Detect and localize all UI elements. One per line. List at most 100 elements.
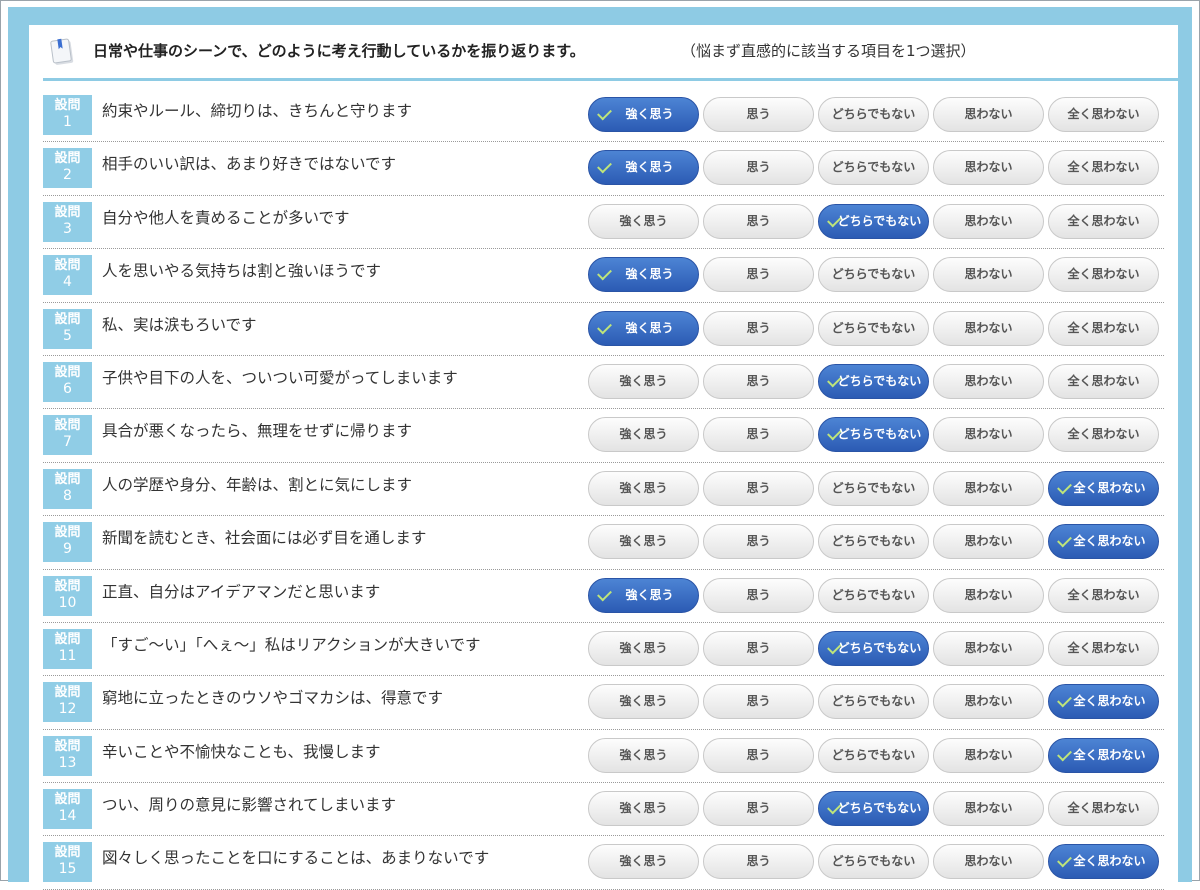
answer-option-button[interactable]: どちらでもない <box>818 203 929 239</box>
answer-option-button[interactable]: 強く思う <box>588 524 699 560</box>
answer-option-button[interactable]: 思わない <box>933 203 1044 239</box>
answer-option-button[interactable]: 思う <box>703 97 814 132</box>
answer-option-label: 全く思わない <box>1073 480 1146 495</box>
answer-option-button[interactable]: どちらでもない <box>818 417 929 453</box>
answer-option-button[interactable]: どちらでもない <box>818 150 929 186</box>
check-icon <box>1057 746 1072 762</box>
answer-option-button[interactable]: 思う <box>703 417 814 453</box>
answer-option-button[interactable]: 思う <box>703 844 814 880</box>
answer-option-button[interactable]: どちらでもない <box>818 310 929 346</box>
answer-option-button[interactable]: 全く思わない <box>1048 257 1159 293</box>
answer-option-button[interactable]: 強く思う <box>588 791 699 827</box>
question-number-badge: 設問 4 <box>43 255 92 296</box>
answer-option-button[interactable]: 思わない <box>933 150 1044 186</box>
answer-option-button[interactable]: 強く思う <box>588 737 699 773</box>
question-list: 設問 1 約束やルール、締切りは、きちんと守ります 強く思う 思う どちらでもない 思わない… <box>43 89 1164 890</box>
question-number: 15 <box>58 861 77 878</box>
answer-option-button[interactable]: 思う <box>703 791 814 827</box>
answer-option-button[interactable]: 強く思う <box>588 97 699 132</box>
answer-option-label: 思う <box>746 427 771 442</box>
answer-option-button[interactable]: 思わない <box>933 97 1044 132</box>
question-number-badge: 設問 13 <box>43 735 92 776</box>
answer-option-button[interactable]: 強く思う <box>588 684 699 720</box>
question-number-badge: 設問 10 <box>43 575 92 616</box>
answer-option-button[interactable]: どちらでもない <box>818 524 929 560</box>
answer-option-button[interactable]: 思わない <box>933 791 1044 827</box>
answer-option-button[interactable]: 全く思わない <box>1048 630 1159 666</box>
question-label: 設問 <box>54 364 81 380</box>
answer-options: 強く思う 思う どちらでもない 思わない 全く思わない <box>588 417 1164 453</box>
answer-option-button[interactable]: 思う <box>703 363 814 399</box>
answer-option-button[interactable]: 思う <box>703 150 814 186</box>
answer-option-button[interactable]: どちらでもない <box>818 363 929 399</box>
answer-option-button[interactable]: どちらでもない <box>818 577 929 613</box>
answer-option-button[interactable]: 思わない <box>933 257 1044 293</box>
answer-option-button[interactable]: どちらでもない <box>818 684 929 720</box>
answer-option-button[interactable]: 全く思わない <box>1048 844 1159 880</box>
answer-option-label: 全く思わない <box>1067 213 1140 228</box>
answer-option-button[interactable]: 思わない <box>933 470 1044 506</box>
answer-option-button[interactable]: 強く思う <box>588 630 699 666</box>
page-title: 日常や仕事のシーンで、どのように考え行動しているかを振り返ります。 <box>93 42 585 60</box>
answer-option-button[interactable]: どちらでもない <box>818 844 929 880</box>
answer-option-button[interactable]: 全く思わない <box>1048 203 1159 239</box>
answer-option-button[interactable]: 強く思う <box>588 844 699 880</box>
answer-option-button[interactable]: 思わない <box>933 630 1044 666</box>
answer-option-button[interactable]: どちらでもない <box>818 97 929 132</box>
answer-option-button[interactable]: どちらでもない <box>818 791 929 827</box>
answer-option-button[interactable]: 思わない <box>933 310 1044 346</box>
answer-option-button[interactable]: 思う <box>703 630 814 666</box>
answer-option-label: 思う <box>746 801 771 816</box>
answer-option-button[interactable]: 思う <box>703 257 814 293</box>
answer-option-button[interactable]: 強く思う <box>588 417 699 453</box>
answer-option-button[interactable]: 思う <box>703 684 814 720</box>
answer-option-button[interactable]: 全く思わない <box>1048 363 1159 399</box>
answer-option-button[interactable]: 全く思わない <box>1048 97 1159 132</box>
answer-option-button[interactable]: 強く思う <box>588 310 699 346</box>
answer-option-button[interactable]: 思わない <box>933 363 1044 399</box>
answer-option-label: 思わない <box>964 213 1013 228</box>
answer-option-button[interactable]: 思う <box>703 310 814 346</box>
answer-option-label: どちらでもない <box>831 854 916 869</box>
answer-option-button[interactable]: 思わない <box>933 417 1044 453</box>
answer-options: 強く思う 思う どちらでもない 思わない 全く思わない <box>588 470 1164 507</box>
answer-option-label: 思わない <box>964 587 1013 602</box>
answer-option-button[interactable]: 全く思わない <box>1048 470 1159 506</box>
answer-option-button[interactable]: 思う <box>703 470 814 506</box>
answer-option-button[interactable]: 思う <box>703 203 814 239</box>
answer-option-button[interactable]: 思わない <box>933 684 1044 720</box>
answer-option-button[interactable]: 思わない <box>933 737 1044 773</box>
answer-option-button[interactable]: 全く思わない <box>1048 417 1159 453</box>
answer-option-label: どちらでもない <box>837 801 922 816</box>
answer-option-button[interactable]: 全く思わない <box>1048 150 1159 186</box>
answer-option-button[interactable]: 全く思わない <box>1048 524 1159 560</box>
answer-option-button[interactable]: 強く思う <box>588 150 699 186</box>
answer-option-button[interactable]: 強く思う <box>588 363 699 399</box>
answer-option-button[interactable]: 思う <box>703 524 814 560</box>
answer-option-button[interactable]: 思う <box>703 737 814 773</box>
answer-option-button[interactable]: どちらでもない <box>818 470 929 506</box>
answer-options: 強く思う 思う どちらでもない 思わない 全く思わない <box>588 684 1164 720</box>
answer-option-button[interactable]: 思わない <box>933 524 1044 560</box>
answer-option-button[interactable]: 全く思わない <box>1048 310 1159 346</box>
answer-option-button[interactable]: 思わない <box>933 577 1044 613</box>
answer-option-label: どちらでもない <box>831 267 916 282</box>
answer-option-label: どちらでもない <box>837 373 922 388</box>
answer-option-button[interactable]: 全く思わない <box>1048 791 1159 827</box>
answer-option-button[interactable]: 強く思う <box>588 257 699 293</box>
answer-option-button[interactable]: 強く思う <box>588 577 699 613</box>
answer-option-button[interactable]: 全く思わない <box>1048 737 1159 773</box>
answer-option-button[interactable]: どちらでもない <box>818 630 929 666</box>
answer-option-label: 全く思わない <box>1067 320 1140 335</box>
answer-option-button[interactable]: 思う <box>703 577 814 613</box>
answer-option-label: どちらでもない <box>837 640 922 655</box>
answer-option-button[interactable]: どちらでもない <box>818 737 929 773</box>
answer-option-button[interactable]: 思わない <box>933 844 1044 880</box>
answer-option-button[interactable]: 全く思わない <box>1048 577 1159 613</box>
answer-option-button[interactable]: どちらでもない <box>818 257 929 293</box>
answer-option-button[interactable]: 全く思わない <box>1048 684 1159 720</box>
question-number: 7 <box>63 434 72 451</box>
answer-option-label: 強く思う <box>625 320 674 335</box>
answer-option-button[interactable]: 強く思う <box>588 203 699 239</box>
answer-option-button[interactable]: 強く思う <box>588 470 699 506</box>
